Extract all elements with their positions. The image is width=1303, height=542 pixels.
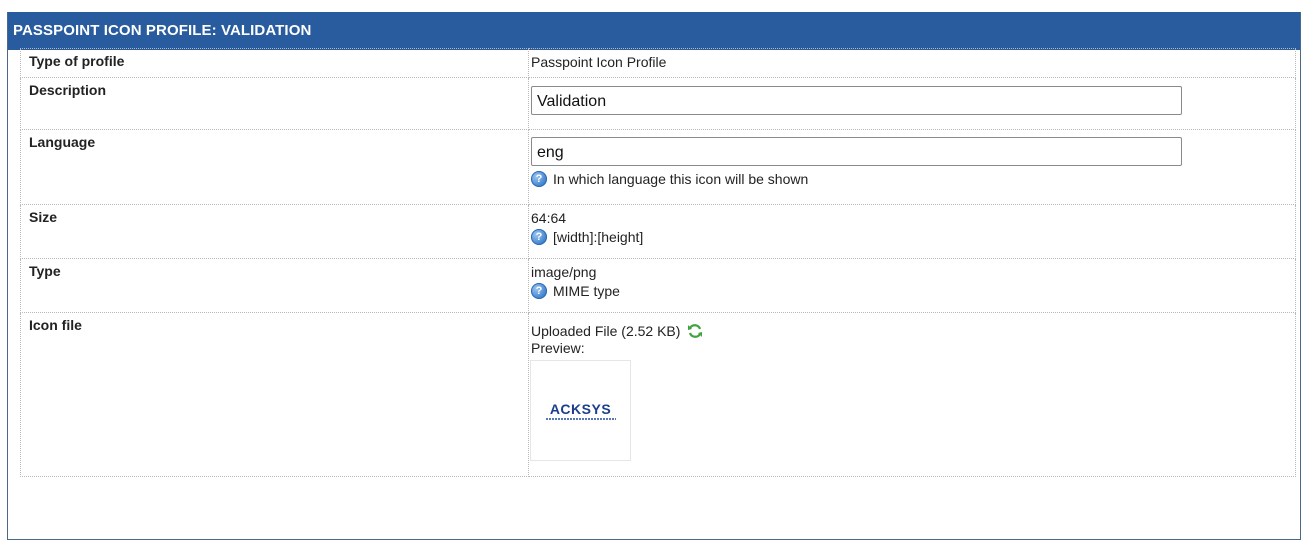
size-help-text: [width]:[height] xyxy=(553,229,644,245)
language-help-text: In which language this icon will be show… xyxy=(553,171,809,187)
icon-preview: ACKSYS xyxy=(531,361,630,460)
size-label: Size xyxy=(20,204,529,259)
refresh-icon[interactable] xyxy=(687,323,703,339)
type-label: Type xyxy=(20,258,529,313)
row-type: Type image/png ? MIME type xyxy=(20,258,1296,313)
type-of-profile-text: Passpoint Icon Profile xyxy=(531,54,667,70)
description-label: Description xyxy=(20,77,529,130)
icon-file-label: Icon file xyxy=(20,312,529,477)
profile-form: Type of profile Passpoint Icon Profile D… xyxy=(20,48,1296,477)
help-icon[interactable]: ? xyxy=(531,171,547,187)
type-value: image/png xyxy=(531,264,597,280)
type-help-text: MIME type xyxy=(553,283,620,299)
type-of-profile-label: Type of profile xyxy=(20,48,529,78)
type-cell: image/png ? MIME type xyxy=(528,258,1296,313)
row-language: Language ? In which language this icon w… xyxy=(20,129,1296,205)
preview-label: Preview: xyxy=(531,340,585,356)
panel-title: PASSPOINT ICON PROFILE: VALIDATION xyxy=(8,12,1300,50)
language-label: Language xyxy=(20,129,529,205)
help-icon[interactable]: ? xyxy=(531,283,547,299)
description-input[interactable] xyxy=(531,86,1182,115)
row-type-of-profile: Type of profile Passpoint Icon Profile xyxy=(20,48,1296,78)
language-cell: ? In which language this icon will be sh… xyxy=(528,129,1296,205)
type-help: ? MIME type xyxy=(531,283,1295,299)
size-help: ? [width]:[height] xyxy=(531,229,1295,245)
row-size: Size 64:64 ? [width]:[height] xyxy=(20,204,1296,259)
row-icon-file: Icon file Uploaded File (2.52 KB) Previe… xyxy=(20,312,1296,477)
logo-tagline xyxy=(545,417,616,420)
language-help: ? In which language this icon will be sh… xyxy=(531,171,1295,187)
row-description: Description xyxy=(20,77,1296,130)
help-icon[interactable]: ? xyxy=(531,229,547,245)
page: PASSPOINT ICON PROFILE: VALIDATION Type … xyxy=(0,0,1303,542)
size-cell: 64:64 ? [width]:[height] xyxy=(528,204,1296,259)
icon-file-cell: Uploaded File (2.52 KB) Preview: ACKSYS xyxy=(528,312,1296,477)
acksys-logo: ACKSYS xyxy=(549,400,612,417)
uploaded-file-line: Uploaded File (2.52 KB) xyxy=(531,323,1295,340)
description-cell xyxy=(528,77,1296,130)
uploaded-file-text: Uploaded File (2.52 KB) xyxy=(531,323,681,339)
language-input[interactable] xyxy=(531,137,1182,166)
type-of-profile-value: Passpoint Icon Profile xyxy=(528,48,1296,78)
size-value: 64:64 xyxy=(531,210,567,226)
